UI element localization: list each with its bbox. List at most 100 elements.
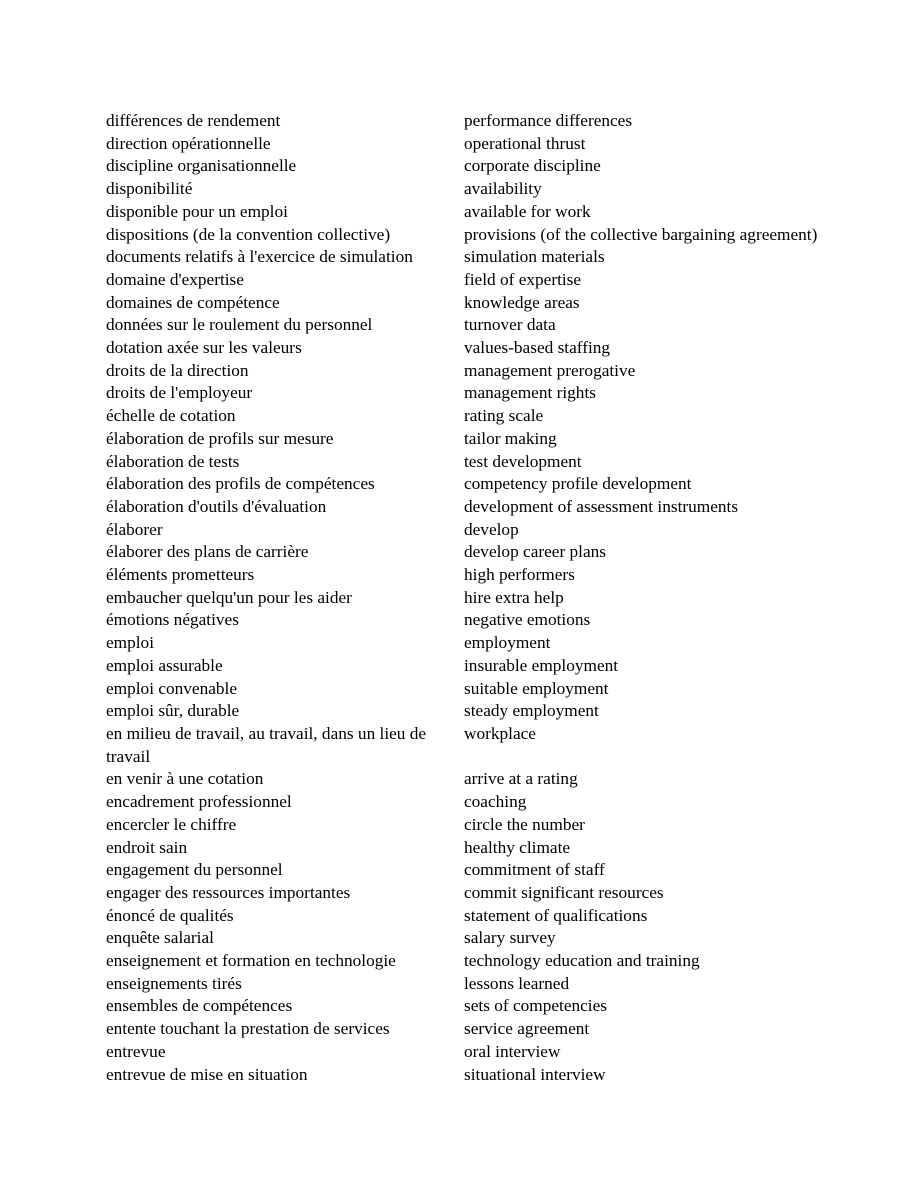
glossary-term-english: sets of competencies <box>464 996 608 1016</box>
glossary-term-french: en milieu de travail, au travail, dans u… <box>106 723 427 766</box>
glossary-term-english: suitable employment <box>464 678 609 698</box>
glossary-entry: dotation axée sur les valeurs values-base… <box>106 337 826 360</box>
glossary-term-english: rating scale <box>464 406 544 426</box>
glossary-entry: encercler le chiffre circle the number <box>106 814 826 837</box>
glossary-term-french: ensembles de compétences <box>106 996 293 1016</box>
glossary-term-english: values-based staffing <box>464 338 611 358</box>
glossary-term-french: emploi sûr, durable <box>106 701 240 721</box>
document-page: différences de rendement performance diff… <box>0 0 920 1191</box>
glossary-term-english: workplace <box>464 723 536 743</box>
glossary-entry: emploi assurable insurable employment <box>106 655 826 678</box>
glossary-entry: emploi employment <box>106 632 826 655</box>
glossary-term-english: lessons learned <box>464 973 570 993</box>
glossary-term-english: circle the number <box>464 814 585 834</box>
glossary-entry: domaine d'expertise field of expertise <box>106 269 826 292</box>
glossary-entry: élaboration de tests test development <box>106 451 826 474</box>
glossary-term-french: dotation axée sur les valeurs <box>106 338 302 358</box>
glossary-term-english: development of assessment instruments <box>464 496 739 516</box>
glossary-term-french: échelle de cotation <box>106 406 236 426</box>
glossary-term-english: performance differences <box>464 111 633 130</box>
glossary-entry: élaboration d'outils d'évaluation develop… <box>106 496 826 519</box>
glossary-term-english: hire extra help <box>464 587 564 607</box>
glossary-term-french: élaborer <box>106 519 163 539</box>
glossary-term-french: élaboration de tests <box>106 451 240 471</box>
glossary-entry: embaucher quelqu'un pour les aider hire e… <box>106 587 826 610</box>
glossary-term-english: corporate discipline <box>464 156 601 176</box>
glossary-entry: disponible pour un emploi available for w… <box>106 201 826 224</box>
glossary-term-french: documents relatifs à l'exercice de simul… <box>106 247 413 267</box>
glossary-entry: échelle de cotation rating scale <box>106 405 826 428</box>
glossary-term-french: emploi convenable <box>106 678 238 698</box>
glossary-term-french: élaboration de profils sur mesure <box>106 428 334 448</box>
glossary-term-english: provisions (of the collective bargaining… <box>464 224 818 244</box>
glossary-entry: entrevue de mise en situation situational… <box>106 1064 826 1087</box>
glossary-entry: discipline organisationnelle corporate di… <box>106 155 826 178</box>
glossary-term-english: technology education and training <box>464 951 700 971</box>
glossary-term-french: enquête salarial <box>106 928 214 948</box>
glossary-term-english: statement of qualifications <box>464 905 648 925</box>
glossary-term-english: service agreement <box>464 1019 590 1039</box>
glossary-term-english: operational thrust <box>464 133 586 153</box>
glossary-term-english: simulation materials <box>464 247 605 267</box>
glossary-term-english: employment <box>464 633 551 653</box>
glossary-entry: direction opérationnelle operational thru… <box>106 133 826 156</box>
glossary-term-french: emploi assurable <box>106 655 223 675</box>
glossary-entry: données sur le roulement du personnel tur… <box>106 314 826 337</box>
glossary-entry: droits de la direction management preroga… <box>106 360 826 383</box>
glossary-term-french: élaboration d'outils d'évaluation <box>106 496 327 516</box>
glossary-term-french: emploi <box>106 633 154 653</box>
glossary-term-french: droits de la direction <box>106 360 249 380</box>
glossary-term-english: steady employment <box>464 701 599 721</box>
glossary-term-french: embaucher quelqu'un pour les aider <box>106 587 352 607</box>
glossary-entry: engager des ressources importantes commit… <box>106 882 826 905</box>
glossary-term-english: commit significant resources <box>464 882 664 902</box>
glossary-term-english: develop <box>464 519 519 539</box>
glossary-entry: domaines de compétence knowledge areas <box>106 292 826 315</box>
glossary-entry: entrevue oral interview <box>106 1041 826 1064</box>
glossary-entry: endroit sain healthy climate <box>106 837 826 860</box>
glossary-term-french: dispositions (de la convention collectiv… <box>106 224 391 244</box>
glossary-term-english: oral interview <box>464 1041 561 1061</box>
glossary-entry: différences de rendement performance diff… <box>106 110 826 133</box>
glossary-entry: éléments prometteurs high performers <box>106 564 826 587</box>
glossary-term-english: competency profile development <box>464 474 692 494</box>
glossary-entry: emploi sûr, durable steady employment <box>106 700 826 723</box>
glossary-term-english: salary survey <box>464 928 556 948</box>
glossary-entry: énoncé de qualités statement of qualifica… <box>106 905 826 928</box>
glossary-term-english: insurable employment <box>464 655 619 675</box>
glossary-term-french: enseignements tirés <box>106 973 242 993</box>
glossary-term-french: domaine d'expertise <box>106 269 244 289</box>
glossary-term-french: éléments prometteurs <box>106 565 255 585</box>
glossary-term-french: endroit sain <box>106 837 188 857</box>
glossary-term-french: enseignement et formation en technologie <box>106 951 396 971</box>
glossary-term-french: données sur le roulement du personnel <box>106 315 373 335</box>
glossary-term-french: entente touchant la prestation de servic… <box>106 1019 390 1039</box>
glossary-entry: emploi convenable suitable employment <box>106 678 826 701</box>
glossary-term-french: élaboration des profils de compétences <box>106 474 375 494</box>
glossary-term-english: coaching <box>464 792 527 812</box>
glossary-term-english: turnover data <box>464 315 556 335</box>
glossary-term-english: tailor making <box>464 428 557 448</box>
glossary-entry: documents relatifs à l'exercice de simul… <box>106 246 826 269</box>
glossary-term-french: discipline organisationnelle <box>106 156 297 176</box>
glossary-entry: dispositions (de la convention collectiv… <box>106 224 826 247</box>
glossary-term-french: émotions négatives <box>106 610 239 630</box>
glossary-entry: enquête salarial salary survey <box>106 927 826 950</box>
glossary-term-french: différences de rendement <box>106 111 281 130</box>
glossary-term-english: availability <box>464 179 542 199</box>
glossary-entry: émotions négatives negative emotions <box>106 609 826 632</box>
glossary-term-english: commitment of staff <box>464 860 605 880</box>
glossary-term-english: develop career plans <box>464 542 607 562</box>
glossary-entry: élaborer des plans de carrière develop ca… <box>106 541 826 564</box>
glossary-entry-list: différences de rendement performance diff… <box>106 110 826 1086</box>
glossary-entry: en venir à une cotation arrive at a ratin… <box>106 768 826 791</box>
glossary-term-french: encercler le chiffre <box>106 814 237 834</box>
glossary-entry: enseignements tirés lessons learned <box>106 973 826 996</box>
glossary-term-english: situational interview <box>464 1064 606 1084</box>
glossary-term-english: arrive at a rating <box>464 769 578 789</box>
glossary-term-english: healthy climate <box>464 837 571 857</box>
glossary-entry: disponibilité availability <box>106 178 826 201</box>
glossary-entry: en milieu de travail, au travail, dans u… <box>106 723 826 768</box>
glossary-term-french: domaines de compétence <box>106 292 280 312</box>
glossary-entry: enseignement et formation en technologie… <box>106 950 826 973</box>
